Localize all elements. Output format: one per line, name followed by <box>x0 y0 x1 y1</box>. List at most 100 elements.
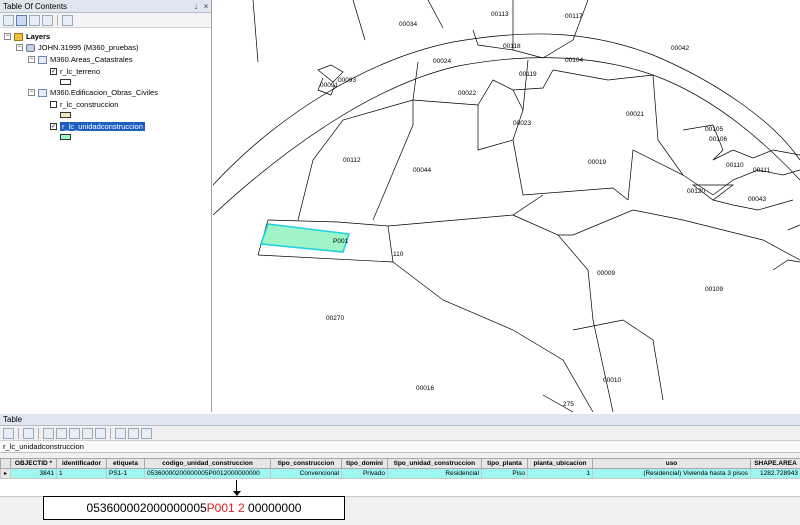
column-header[interactable]: codigo_unidad_construccion <box>144 458 271 469</box>
tree-label-database: JOHN.31995 (M360_pruebas) <box>38 43 139 52</box>
cell-etiqueta[interactable]: PS1-1 <box>106 468 145 479</box>
column-header[interactable]: identificador <box>56 458 107 469</box>
column-header[interactable]: tipo_construccion <box>270 458 342 469</box>
parcel-label-00119: 00119 <box>519 71 537 78</box>
toolbar-separator <box>38 427 39 439</box>
tree-node-layers[interactable]: − Layers <box>4 31 50 42</box>
grid-empty-area <box>0 479 800 497</box>
attribute-grid: OBJECTID * identificador etiqueta codigo… <box>0 458 800 497</box>
delete-selected-icon[interactable] <box>95 427 106 439</box>
cell-objectid[interactable]: 3841 <box>10 468 57 479</box>
parcel-labels: 00113 00117 00034 00118 00042 00024 00104 00119… <box>320 11 770 408</box>
parcel-label-00043: 00043 <box>748 196 766 203</box>
column-header[interactable]: OBJECTID * <box>10 458 57 469</box>
column-header[interactable]: tipo_domini <box>341 458 388 469</box>
delete-icon[interactable] <box>141 427 152 439</box>
column-header[interactable]: planta_ubicacion <box>527 458 593 469</box>
parcel-label-00021: 00021 <box>626 111 644 118</box>
parcel-label-00044: 00044 <box>413 167 431 174</box>
visibility-checkbox-checked[interactable]: ✓ <box>50 68 57 75</box>
group-layer-icon <box>38 88 47 97</box>
parcel-label-00091: 00091 <box>320 82 338 89</box>
list-by-visibility-icon[interactable] <box>29 14 40 26</box>
cell-identificador[interactable]: 1 <box>56 468 107 479</box>
parcel-label-00042: 00042 <box>671 45 689 52</box>
column-header[interactable]: tipo_unidad_construccion <box>387 458 482 469</box>
group-layer-icon <box>38 55 47 64</box>
parcel-label-00093: 00093 <box>338 77 356 84</box>
database-icon <box>26 43 35 52</box>
pin-icon[interactable]: ↓ <box>191 2 201 11</box>
related-tables-icon[interactable] <box>23 427 34 439</box>
collapse-icon[interactable]: − <box>4 33 11 40</box>
list-by-source-icon[interactable] <box>16 14 27 26</box>
parcel-label-00023: 00023 <box>513 120 531 127</box>
row-selector[interactable]: ▸ <box>0 468 11 479</box>
column-header[interactable]: etiqueta <box>106 458 145 469</box>
tree-node-group-edificacion[interactable]: − M360.Edificacion_Obras_Civiles <box>28 87 158 98</box>
tree-label-terreno: r_lc_terreno <box>60 67 101 76</box>
collapse-icon[interactable]: − <box>28 89 35 96</box>
parcel-label-00105: 00105 <box>705 126 723 133</box>
cell-shape-area[interactable]: 1282.728943 <box>750 468 800 479</box>
list-by-drawing-order-icon[interactable] <box>3 14 14 26</box>
clear-selection-icon[interactable] <box>69 427 80 439</box>
collapse-icon[interactable]: − <box>28 56 35 63</box>
cell-uso[interactable]: (Residencial) Vivienda hasta 3 pisos <box>592 468 751 479</box>
toc-title: Table Of Contents <box>3 1 68 11</box>
table-options-icon[interactable] <box>3 427 14 439</box>
tree-node-construccion[interactable]: r_lc_construccion <box>50 99 118 110</box>
parcel-label-00104: 00104 <box>565 57 583 64</box>
cell-tipo-planta[interactable]: Piso <box>481 468 528 479</box>
toolbar-separator <box>110 427 111 439</box>
parcel-label-00109: 00109 <box>705 286 723 293</box>
table-layer-tab[interactable]: r_lc_unidadconstruccion <box>0 441 800 453</box>
cell-tipo-construccion[interactable]: Convencional <box>270 468 342 479</box>
select-by-attributes-icon[interactable] <box>43 427 54 439</box>
column-header[interactable]: tipo_planta <box>481 458 528 469</box>
paste-icon[interactable] <box>128 427 139 439</box>
tree-label-group-edificacion: M360.Edificacion_Obras_Civiles <box>50 88 158 97</box>
annotation-code-prefix: 053600002000000005 <box>86 501 207 515</box>
zoom-to-selected-icon[interactable] <box>82 427 93 439</box>
tree-label-layers: Layers <box>26 32 51 41</box>
tree-node-unidad[interactable]: ✓ r_lc_unidadconstruccion <box>50 121 145 132</box>
row-selector-header <box>0 458 11 469</box>
tree-node-database[interactable]: − JOHN.31995 (M360_pruebas) <box>16 42 138 53</box>
tree-node-terreno[interactable]: ✓ r_lc_terreno <box>50 66 100 77</box>
cell-codigo[interactable]: 05360000200000005P0012000000000 <box>144 468 271 479</box>
visibility-checkbox-checked[interactable]: ✓ <box>50 123 57 130</box>
column-header[interactable]: uso <box>592 458 751 469</box>
cell-tipo-domini[interactable]: Privado <box>341 468 388 479</box>
parcel-label-275: 275 <box>563 401 574 408</box>
annotation-code-breakdown: 053600002000000005P001 2 00000000 <box>43 496 345 520</box>
list-by-selection-icon[interactable] <box>42 14 53 26</box>
map-canvas[interactable]: 00113 00117 00034 00118 00042 00024 00104 00119… <box>213 0 800 412</box>
column-header[interactable]: SHAPE.AREA <box>750 458 800 469</box>
annotation-code-highlight: P001 2 <box>206 501 245 515</box>
legend-swatch-construccion <box>60 112 71 118</box>
legend-swatch-unidad <box>60 134 71 140</box>
toc-toolbar <box>0 13 211 28</box>
cell-planta-ubicacion[interactable]: 1 <box>527 468 593 479</box>
close-icon[interactable]: × <box>201 2 211 11</box>
tree-node-group-areas[interactable]: − M360.Areas_Catastrales <box>28 54 133 65</box>
tree-label-construccion: r_lc_construccion <box>60 100 119 109</box>
visibility-checkbox-unchecked[interactable] <box>50 101 57 108</box>
collapse-icon[interactable]: − <box>16 44 23 51</box>
map-view[interactable]: 00113 00117 00034 00118 00042 00024 00104 00119… <box>213 0 800 412</box>
switch-selection-icon[interactable] <box>56 427 67 439</box>
parcel-label-00118: 00118 <box>503 43 521 50</box>
cell-tipo-unidad[interactable]: Residencial <box>387 468 482 479</box>
parcel-label-00024: 00024 <box>433 58 451 65</box>
legend-swatch-terreno <box>60 79 71 85</box>
parcel-label-00111: 00111 <box>753 167 770 174</box>
parcel-label-00113: 00113 <box>491 11 509 18</box>
options-icon[interactable] <box>62 14 73 26</box>
parcel-label-00112: 00112 <box>343 157 361 164</box>
table-row[interactable]: ▸ 3841 1 PS1-1 05360000200000005P0012000… <box>0 468 800 479</box>
parcel-label-00106: 00106 <box>709 136 727 143</box>
copy-icon[interactable] <box>115 427 126 439</box>
layers-icon <box>14 32 23 41</box>
parcel-label-00016: 00016 <box>416 385 434 392</box>
